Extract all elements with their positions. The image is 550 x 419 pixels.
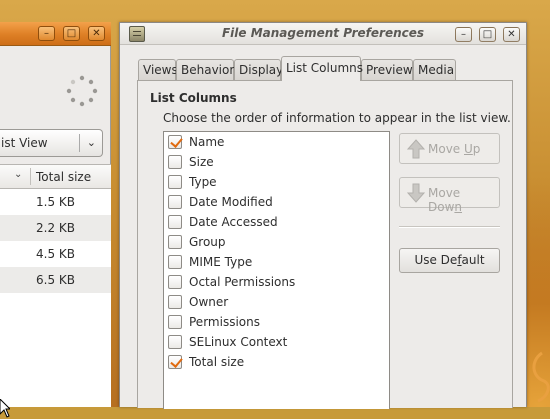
mouse-pointer-icon: [0, 399, 10, 418]
instructions-text: Choose the order of information to appea…: [163, 111, 511, 125]
tab-behavior[interactable]: Behavior: [176, 59, 234, 80]
column-row-date-modified[interactable]: Date Modified: [164, 192, 389, 212]
checkbox-owner[interactable]: [168, 295, 182, 309]
column-row-octal-permissions[interactable]: Octal Permissions: [164, 272, 389, 292]
checkbox-date-accessed[interactable]: [168, 215, 182, 229]
use-default-button[interactable]: Use Default: [399, 248, 500, 273]
maximize-icon[interactable]: □: [63, 26, 80, 41]
move-down-button[interactable]: Move Down: [399, 177, 500, 214]
file-browser-window: – □ ✕ ist View ⌄ ⌄ Total size 1.5 KB 2.2…: [0, 22, 111, 418]
view-mode-combo[interactable]: ist View ⌄: [0, 129, 103, 157]
arrow-up-icon: [406, 139, 426, 159]
column-row-group[interactable]: Group: [164, 232, 389, 252]
chevron-down-icon: ⌄: [86, 136, 96, 149]
list-item[interactable]: 4.5 KB: [0, 241, 111, 267]
arrow-down-icon: [406, 183, 426, 203]
checkbox-date-modified[interactable]: [168, 195, 182, 209]
checkbox-name[interactable]: [168, 135, 182, 149]
minimize-icon[interactable]: –: [455, 27, 472, 42]
file-size-value: 2.2 KB: [36, 221, 75, 235]
column-label: Total size: [189, 355, 245, 369]
column-label: MIME Type: [189, 255, 253, 269]
checkbox-group[interactable]: [168, 235, 182, 249]
column-label: Size: [189, 155, 214, 169]
button-separator: [399, 226, 500, 228]
minimize-icon[interactable]: –: [38, 26, 55, 41]
checkbox-total-size[interactable]: [168, 355, 182, 369]
preferences-dialog: File Management Preferences – □ ✕ Views …: [119, 22, 527, 409]
throbber-icon: [66, 75, 98, 107]
file-browser-titlebar[interactable]: – □ ✕: [0, 22, 111, 46]
move-up-button[interactable]: Move Up: [399, 133, 500, 164]
column-label: SELinux Context: [189, 335, 288, 349]
list-item[interactable]: 2.2 KB: [0, 215, 111, 241]
checkbox-mime-type[interactable]: [168, 255, 182, 269]
column-label: Type: [189, 175, 217, 189]
use-default-label: Use Default: [414, 253, 485, 267]
column-row-total-size[interactable]: Total size: [164, 352, 389, 372]
column-row-type[interactable]: Type: [164, 172, 389, 192]
maximize-icon[interactable]: □: [479, 27, 496, 42]
checkbox-octal-permissions[interactable]: [168, 275, 182, 289]
column-label: Octal Permissions: [189, 275, 296, 289]
column-row-permissions[interactable]: Permissions: [164, 312, 389, 332]
tab-preview[interactable]: Preview: [361, 59, 413, 80]
column-row-owner[interactable]: Owner: [164, 292, 389, 312]
column-header-total-size[interactable]: Total size: [36, 170, 91, 184]
column-label: Owner: [189, 295, 229, 309]
column-row-name[interactable]: Name: [164, 132, 389, 152]
file-list[interactable]: ⌄ Total size 1.5 KB 2.2 KB 4.5 KB 6.5 KB: [0, 164, 111, 407]
close-icon[interactable]: ✕: [88, 26, 105, 41]
list-columns-pane: List Columns Choose the order of informa…: [137, 80, 513, 409]
column-row-selinux-context[interactable]: SELinux Context: [164, 332, 389, 352]
list-header[interactable]: ⌄ Total size: [0, 165, 111, 189]
tab-views[interactable]: Views: [138, 59, 178, 80]
column-list[interactable]: Name Size Type Date Modified Date Access…: [163, 131, 390, 409]
view-mode-label: ist View: [1, 136, 48, 150]
column-label: Date Accessed: [189, 215, 278, 229]
chevron-down-icon[interactable]: ⌄: [14, 169, 22, 180]
section-title: List Columns: [150, 91, 237, 105]
column-label: Name: [189, 135, 225, 149]
close-icon[interactable]: ✕: [503, 27, 520, 42]
column-label: Group: [189, 235, 226, 249]
column-row-date-accessed[interactable]: Date Accessed: [164, 212, 389, 232]
file-size-value: 1.5 KB: [36, 195, 75, 209]
column-label: Date Modified: [189, 195, 273, 209]
file-size-value: 4.5 KB: [36, 247, 75, 261]
tab-media[interactable]: Media: [413, 59, 456, 80]
tab-display[interactable]: Display: [234, 59, 283, 80]
checkbox-size[interactable]: [168, 155, 182, 169]
move-down-label: Move Down: [428, 186, 463, 214]
column-label: Permissions: [189, 315, 260, 329]
column-row-mime-type[interactable]: MIME Type: [164, 252, 389, 272]
dialog-titlebar[interactable]: File Management Preferences – □ ✕: [120, 23, 526, 45]
list-item[interactable]: 1.5 KB: [0, 189, 111, 215]
move-up-label: Move Up: [428, 142, 481, 156]
checkbox-selinux-context[interactable]: [168, 335, 182, 349]
checkbox-permissions[interactable]: [168, 315, 182, 329]
checkbox-type[interactable]: [168, 175, 182, 189]
list-item[interactable]: 6.5 KB: [0, 267, 111, 293]
tab-list-columns[interactable]: List Columns: [281, 56, 363, 81]
file-size-value: 6.5 KB: [36, 273, 75, 287]
column-row-size[interactable]: Size: [164, 152, 389, 172]
